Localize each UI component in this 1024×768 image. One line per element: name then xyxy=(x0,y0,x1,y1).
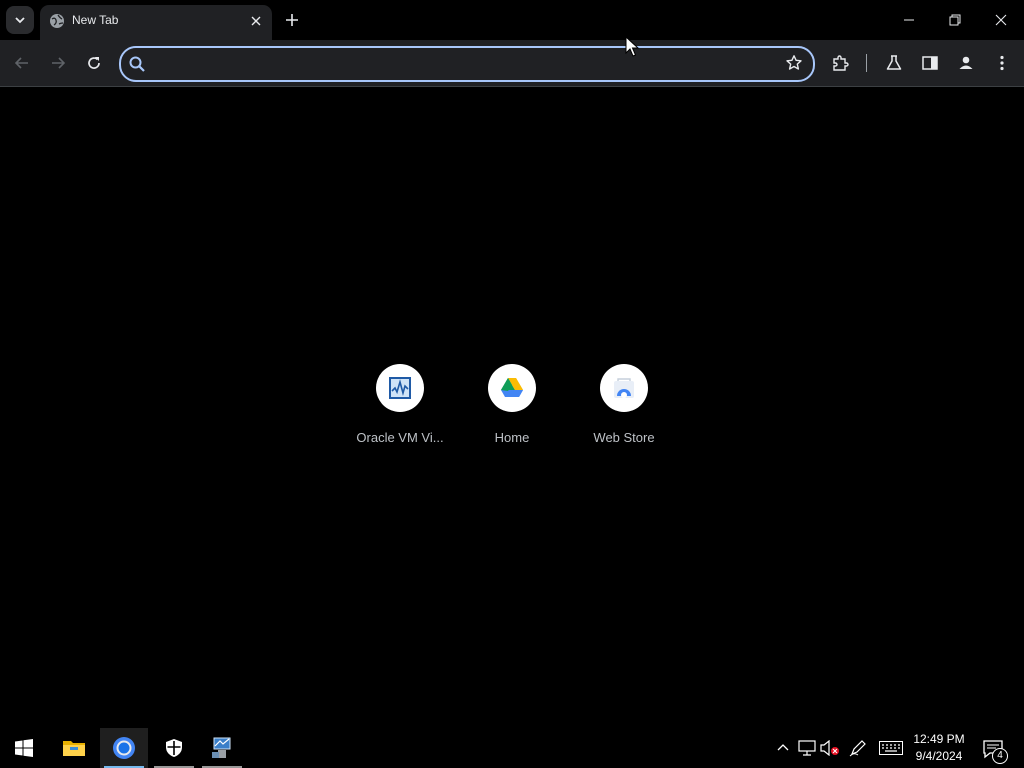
restore-icon xyxy=(949,14,961,26)
side-panel-icon xyxy=(922,56,938,70)
reload-button[interactable] xyxy=(82,51,106,75)
forward-icon xyxy=(52,57,66,69)
reload-icon xyxy=(88,57,100,69)
google-drive-icon xyxy=(501,378,523,397)
shortcut-label: Web Store xyxy=(593,430,655,445)
labs-flask-icon xyxy=(886,55,902,70)
mouse-cursor-icon xyxy=(625,36,639,57)
profile-button[interactable] xyxy=(954,51,978,75)
back-icon xyxy=(14,57,28,69)
browser-toolbar xyxy=(0,40,1024,87)
file-explorer-icon xyxy=(63,741,85,756)
start-button[interactable] xyxy=(0,728,48,768)
server-manager-icon xyxy=(212,737,231,758)
side-panel-button[interactable] xyxy=(918,51,942,75)
volume-muted-icon xyxy=(820,740,839,756)
menu-button[interactable] xyxy=(990,51,1014,75)
shortcut-label: Oracle VM Vi... xyxy=(356,430,444,445)
clock-date: 9/4/2024 xyxy=(915,749,963,763)
minimize-button[interactable] xyxy=(897,8,921,32)
labs-button[interactable] xyxy=(882,51,906,75)
clock[interactable]: 12:49 PM 9/4/2024 xyxy=(906,731,972,765)
pen-icon xyxy=(849,740,866,757)
restore-button[interactable] xyxy=(943,8,967,32)
shortcut-oracle-vm[interactable]: Oracle VM Vi... xyxy=(344,364,456,454)
new-tab-button[interactable] xyxy=(282,10,302,30)
taskbar: 12:49 PM 9/4/2024 4 xyxy=(0,728,1024,768)
chrome-icon xyxy=(113,737,135,759)
address-input[interactable] xyxy=(153,52,757,76)
extensions-icon xyxy=(833,55,849,71)
pen-tray-button[interactable] xyxy=(848,738,868,758)
security-taskbar-button[interactable] xyxy=(150,728,198,768)
toolbar-divider xyxy=(866,54,867,72)
clock-time: 12:49 PM xyxy=(913,732,965,746)
bookmark-star-icon[interactable] xyxy=(785,54,803,72)
tab-new-tab[interactable]: New Tab xyxy=(40,5,272,40)
virtualbox-icon xyxy=(389,377,411,399)
volume-tray-button[interactable] xyxy=(820,738,840,758)
shortcut-home[interactable]: Home xyxy=(456,364,568,454)
extensions-button[interactable] xyxy=(828,51,852,75)
chrome-web-store-icon xyxy=(614,378,634,398)
chevron-up-icon xyxy=(777,744,789,751)
menu-icon xyxy=(1000,55,1004,71)
touch-keyboard-button[interactable] xyxy=(878,738,904,758)
address-bar[interactable] xyxy=(119,46,815,82)
minimize-icon xyxy=(904,19,914,21)
profile-icon xyxy=(959,56,973,69)
shortcut-web-store[interactable]: Web Store xyxy=(568,364,680,454)
search-icon xyxy=(129,56,145,72)
show-hidden-icons-button[interactable] xyxy=(773,738,793,758)
tab-close-button[interactable] xyxy=(248,13,264,29)
notification-count-badge: 4 xyxy=(992,748,1008,764)
back-button[interactable] xyxy=(10,51,34,75)
chrome-taskbar-button[interactable] xyxy=(100,728,148,768)
windows-start-icon xyxy=(15,739,33,757)
shortcut-label: Home xyxy=(494,430,530,445)
globe-icon xyxy=(50,14,64,28)
file-explorer-button[interactable] xyxy=(50,728,98,768)
network-icon xyxy=(798,740,816,756)
tab-strip: New Tab xyxy=(0,0,1024,40)
plus-icon xyxy=(286,14,298,26)
server-manager-taskbar-button[interactable] xyxy=(198,728,246,768)
tab-title: New Tab xyxy=(72,13,119,27)
network-tray-button[interactable] xyxy=(797,738,817,758)
new-tab-page: Oracle VM Vi... Home Web Store xyxy=(0,87,1024,728)
chevron-down-icon xyxy=(15,17,25,24)
tab-search-button[interactable] xyxy=(6,6,34,34)
close-icon xyxy=(251,16,261,26)
security-shield-icon xyxy=(166,739,182,757)
close-icon xyxy=(995,14,1007,26)
forward-button[interactable] xyxy=(46,51,70,75)
close-window-button[interactable] xyxy=(989,8,1013,32)
keyboard-icon xyxy=(879,741,903,755)
